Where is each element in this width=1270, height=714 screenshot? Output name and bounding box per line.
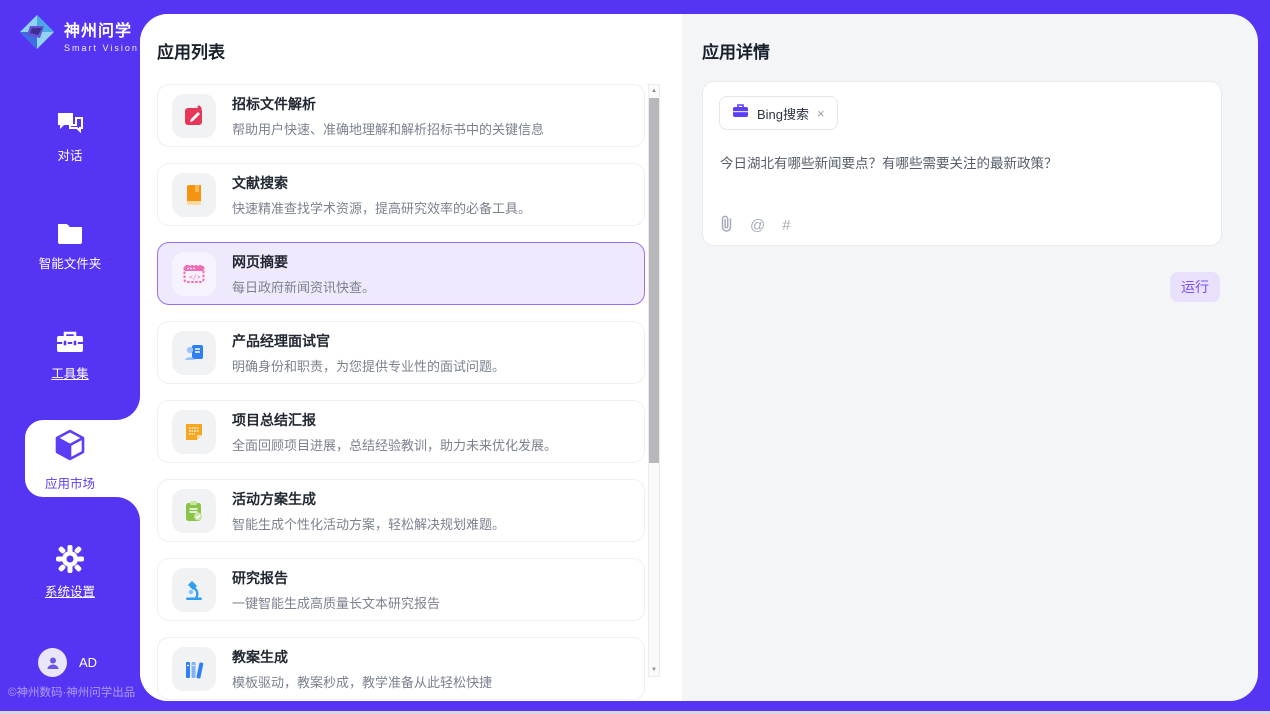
- app-detail-panel: 应用详情 Bing搜索 × 今日湖北有哪些新闻要点？有哪些需要关注的最新政策？: [682, 14, 1258, 701]
- tab-notch-top: [116, 396, 140, 420]
- close-icon[interactable]: ×: [817, 106, 825, 121]
- app-name: 文献搜索: [232, 173, 531, 193]
- brand-subtitle: Smart Vision: [64, 43, 139, 53]
- app-desc: 明确身份和职责，为您提供专业性的面试问题。: [232, 356, 505, 375]
- detail-title: 应用详情: [702, 38, 770, 63]
- input-toolbar: @ #: [720, 215, 791, 236]
- app-name: 研究报告: [232, 568, 440, 588]
- list-item-pm-interviewer[interactable]: 产品经理面试官 明确身份和职责，为您提供专业性的面试问题。: [157, 321, 645, 384]
- list-item-project-summary[interactable]: 项目总结汇报 全面回顾项目进展，总结经验教训，助力未来优化发展。: [157, 400, 645, 463]
- app-name: 活动方案生成: [232, 489, 505, 509]
- list-item-bid-parse[interactable]: 招标文件解析 帮助用户快速、准确地理解和解析招标书中的关键信息: [157, 84, 645, 147]
- prompt-card[interactable]: Bing搜索 × 今日湖北有哪些新闻要点？有哪些需要关注的最新政策？ @ #: [702, 81, 1222, 246]
- app-name: 产品经理面试官: [232, 331, 505, 351]
- brand-diamond-icon: [18, 13, 56, 56]
- list-item-lesson-plan[interactable]: 教案生成 模板驱动，教案秒成，教学准备从此轻松快捷: [157, 637, 645, 700]
- sidebar-item-toolset[interactable]: 工具集: [0, 328, 140, 382]
- sidebar-item-app-market[interactable]: 应用市场: [0, 428, 140, 492]
- attachment-icon[interactable]: [720, 215, 733, 236]
- user-initials: AD: [79, 655, 97, 670]
- sidebar-item-label: 系统设置: [0, 581, 140, 600]
- scroll-down-icon[interactable]: ▼: [649, 664, 659, 676]
- page-title: 应用列表: [157, 38, 225, 63]
- cube-icon: [54, 449, 86, 466]
- books-icon: [172, 647, 216, 691]
- scroll-up-icon[interactable]: ▲: [649, 85, 659, 97]
- list-item-web-summary[interactable]: </> 网页摘要 每日政府新闻资讯快查。: [157, 242, 645, 305]
- avatar: [38, 648, 67, 677]
- svg-text:</>: </>: [189, 273, 201, 281]
- sidebar-item-chat[interactable]: 对话: [0, 110, 140, 164]
- list-item-literature-search[interactable]: 文献搜索 快速精准查找学术资源，提高研究效率的必备工具。: [157, 163, 645, 226]
- scrollbar-thumb[interactable]: [649, 98, 659, 463]
- folder-icon: [0, 220, 140, 246]
- app-list-panel: 应用列表 招标文件解析 帮助用户快速、准确地理解和解析招标书中的关键信息: [140, 14, 682, 701]
- sidebar: 神州问学 Smart Vision 对话 智能文件夹: [0, 0, 140, 714]
- scrollbar[interactable]: ▲ ▼: [648, 84, 660, 677]
- browser-code-icon: </>: [172, 252, 216, 296]
- sidebar-item-settings[interactable]: 系统设置: [0, 544, 140, 600]
- copyright-text: ©神州数码·神州问学出品: [8, 684, 135, 700]
- app-desc: 模板驱动，教案秒成，教学准备从此轻松快捷: [232, 672, 492, 691]
- run-button[interactable]: 运行: [1170, 272, 1220, 302]
- app-desc: 帮助用户快速、准确地理解和解析招标书中的关键信息: [232, 119, 544, 138]
- query-input[interactable]: 今日湖北有哪些新闻要点？有哪些需要关注的最新政策？: [720, 152, 1200, 172]
- tab-notch-bottom: [116, 497, 140, 521]
- app-name: 网页摘要: [232, 252, 375, 272]
- app-list: 招标文件解析 帮助用户快速、准确地理解和解析招标书中的关键信息 文献搜索 快速精…: [157, 84, 645, 701]
- app-logo: 神州问学 Smart Vision: [18, 13, 139, 56]
- note-icon: [172, 410, 216, 454]
- sidebar-item-label: 对话: [0, 145, 140, 164]
- brand-name: 神州问学: [64, 23, 132, 40]
- tool-chip-bing-search[interactable]: Bing搜索 ×: [719, 96, 838, 130]
- app-name: 招标文件解析: [232, 94, 544, 114]
- app-name: 项目总结汇报: [232, 410, 557, 430]
- briefcase-icon: [732, 103, 749, 123]
- microscope-icon: [172, 568, 216, 612]
- toolbox-icon: [0, 328, 140, 356]
- sidebar-item-label: 工具集: [0, 363, 140, 382]
- sidebar-item-label: 应用市场: [0, 473, 140, 492]
- chat-icon: [0, 110, 140, 138]
- app-desc: 一键智能生成高质量长文本研究报告: [232, 593, 440, 612]
- book-icon: [172, 173, 216, 217]
- app-desc: 每日政府新闻资讯快查。: [232, 277, 375, 296]
- list-item-research-report[interactable]: 研究报告 一键智能生成高质量长文本研究报告: [157, 558, 645, 621]
- gear-icon: [0, 544, 140, 574]
- pen-square-icon: [172, 94, 216, 138]
- sidebar-item-label: 智能文件夹: [0, 253, 140, 272]
- hashtag-icon[interactable]: #: [782, 217, 790, 234]
- app-desc: 快速精准查找学术资源，提高研究效率的必备工具。: [232, 198, 531, 217]
- main-content: 应用列表 招标文件解析 帮助用户快速、准确地理解和解析招标书中的关键信息: [140, 14, 1258, 701]
- chip-label: Bing搜索: [757, 104, 809, 123]
- person-desk-icon: [172, 331, 216, 375]
- mention-icon[interactable]: @: [750, 217, 765, 234]
- user-account[interactable]: AD: [38, 648, 97, 677]
- list-item-event-plan[interactable]: 活动方案生成 智能生成个性化活动方案，轻松解决规划难题。: [157, 479, 645, 542]
- sidebar-item-smart-folder[interactable]: 智能文件夹: [0, 220, 140, 272]
- app-desc: 全面回顾项目进展，总结经验教训，助力未来优化发展。: [232, 435, 557, 454]
- app-desc: 智能生成个性化活动方案，轻松解决规划难题。: [232, 514, 505, 533]
- app-name: 教案生成: [232, 647, 492, 667]
- clipboard-check-icon: [172, 489, 216, 533]
